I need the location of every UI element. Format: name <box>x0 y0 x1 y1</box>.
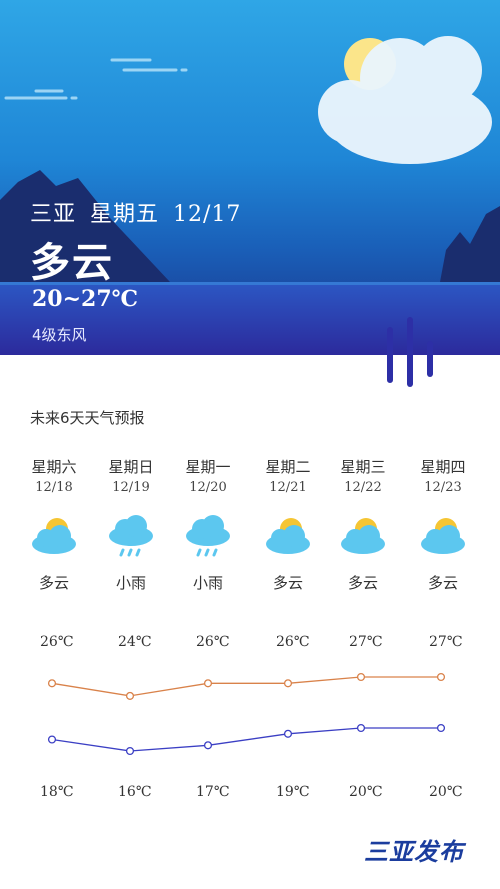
low-temp-point <box>283 729 293 738</box>
high-temp-point <box>47 679 57 688</box>
sanya-fabu-logo: 三亚发布 <box>364 838 464 866</box>
day-condition: 多云 <box>427 574 458 592</box>
high-temp-label: 24℃ <box>118 634 151 650</box>
forecast-day: 星期六 12/18 多云 <box>14 456 94 593</box>
low-temp-label: 18℃ <box>40 784 73 800</box>
high-temp-point <box>125 691 135 700</box>
low-temp-label: 20℃ <box>429 784 462 800</box>
partly-cloudy-icon <box>421 518 465 554</box>
high-temp-label: 26℃ <box>40 634 73 650</box>
day-weekday: 星期三 <box>340 458 386 476</box>
partly-cloudy-icon <box>32 518 76 554</box>
low-temp-point <box>47 735 57 744</box>
day-condition: 小雨 <box>192 574 223 592</box>
current-condition: 多云 <box>30 240 114 286</box>
mountain-right <box>440 206 500 282</box>
day-condition: 多云 <box>38 574 69 592</box>
low-temp-label: 19℃ <box>276 784 309 800</box>
city-name: 三亚 <box>30 202 77 227</box>
high-temp-line <box>51 676 441 697</box>
day-date: 12/22 <box>344 480 382 495</box>
current-date: 12/17 <box>173 202 242 227</box>
light-rain-icon <box>109 515 153 557</box>
cloud-icon <box>318 36 492 164</box>
temperature-line-chart: 26℃ 18℃ 24℃ 16℃ 26℃ 17℃ 26℃ 19℃ 27℃ 20℃ 27℃ 20℃ <box>40 634 462 800</box>
low-temp-point <box>436 723 446 733</box>
high-temp-label: 27℃ <box>349 634 382 650</box>
day-weekday: 星期六 <box>31 458 77 476</box>
forecast-days: 星期六 12/18 多云 星期日 12/19 小雨 星期一 12/20 小雨 星… <box>0 456 500 616</box>
low-temp-point <box>125 746 135 756</box>
high-temp-point <box>356 672 366 682</box>
high-temp-label: 27℃ <box>429 634 462 650</box>
day-date: 12/19 <box>112 480 150 495</box>
low-temp-point <box>203 741 213 750</box>
partly-cloudy-icon <box>266 518 310 554</box>
light-rain-icon <box>186 515 230 557</box>
wind-streaks <box>4 58 188 100</box>
forecast-day: 星期三 12/22 多云 <box>323 456 403 593</box>
forecast-day: 星期二 12/21 多云 <box>248 456 328 593</box>
day-condition: 多云 <box>347 574 378 592</box>
day-condition: 多云 <box>272 574 303 592</box>
day-date: 12/21 <box>269 480 307 495</box>
low-temp-label: 16℃ <box>118 784 151 800</box>
current-wind: 4级东风 <box>32 326 87 344</box>
day-date: 12/18 <box>35 480 73 495</box>
day-condition: 小雨 <box>115 574 146 592</box>
low-temp-label: 20℃ <box>349 784 382 800</box>
high-temp-label: 26℃ <box>276 634 309 650</box>
high-temp-point <box>283 679 293 688</box>
high-temp-label: 26℃ <box>196 634 229 650</box>
day-weekday: 星期四 <box>420 458 466 476</box>
high-temp-point <box>203 679 213 688</box>
location-date-line: 三亚 星期五 12/17 <box>30 196 247 228</box>
high-temp-point <box>436 672 446 682</box>
low-temp-line <box>51 727 441 752</box>
low-temp-point <box>356 723 366 733</box>
current-weekday: 星期五 <box>90 202 160 227</box>
day-date: 12/20 <box>189 480 227 495</box>
forecast-day: 星期日 12/19 小雨 <box>91 456 171 593</box>
partly-cloudy-icon <box>341 518 385 554</box>
weather-hero-banner: 三亚 星期五 12/17 多云 20~27℃ 4级东风 <box>0 0 500 355</box>
forecast-day: 星期一 12/20 小雨 <box>168 456 248 593</box>
day-weekday: 星期二 <box>265 458 311 476</box>
day-date: 12/23 <box>424 480 462 495</box>
low-temp-label: 17℃ <box>196 784 229 800</box>
day-weekday: 星期日 <box>108 458 154 476</box>
decorative-bars <box>387 317 433 387</box>
forecast-day: 星期四 12/23 多云 <box>403 456 483 593</box>
current-temp-range: 20~27℃ <box>32 286 139 312</box>
day-weekday: 星期一 <box>185 458 231 476</box>
forecast-title: 未来6天天气预报 <box>30 409 145 427</box>
